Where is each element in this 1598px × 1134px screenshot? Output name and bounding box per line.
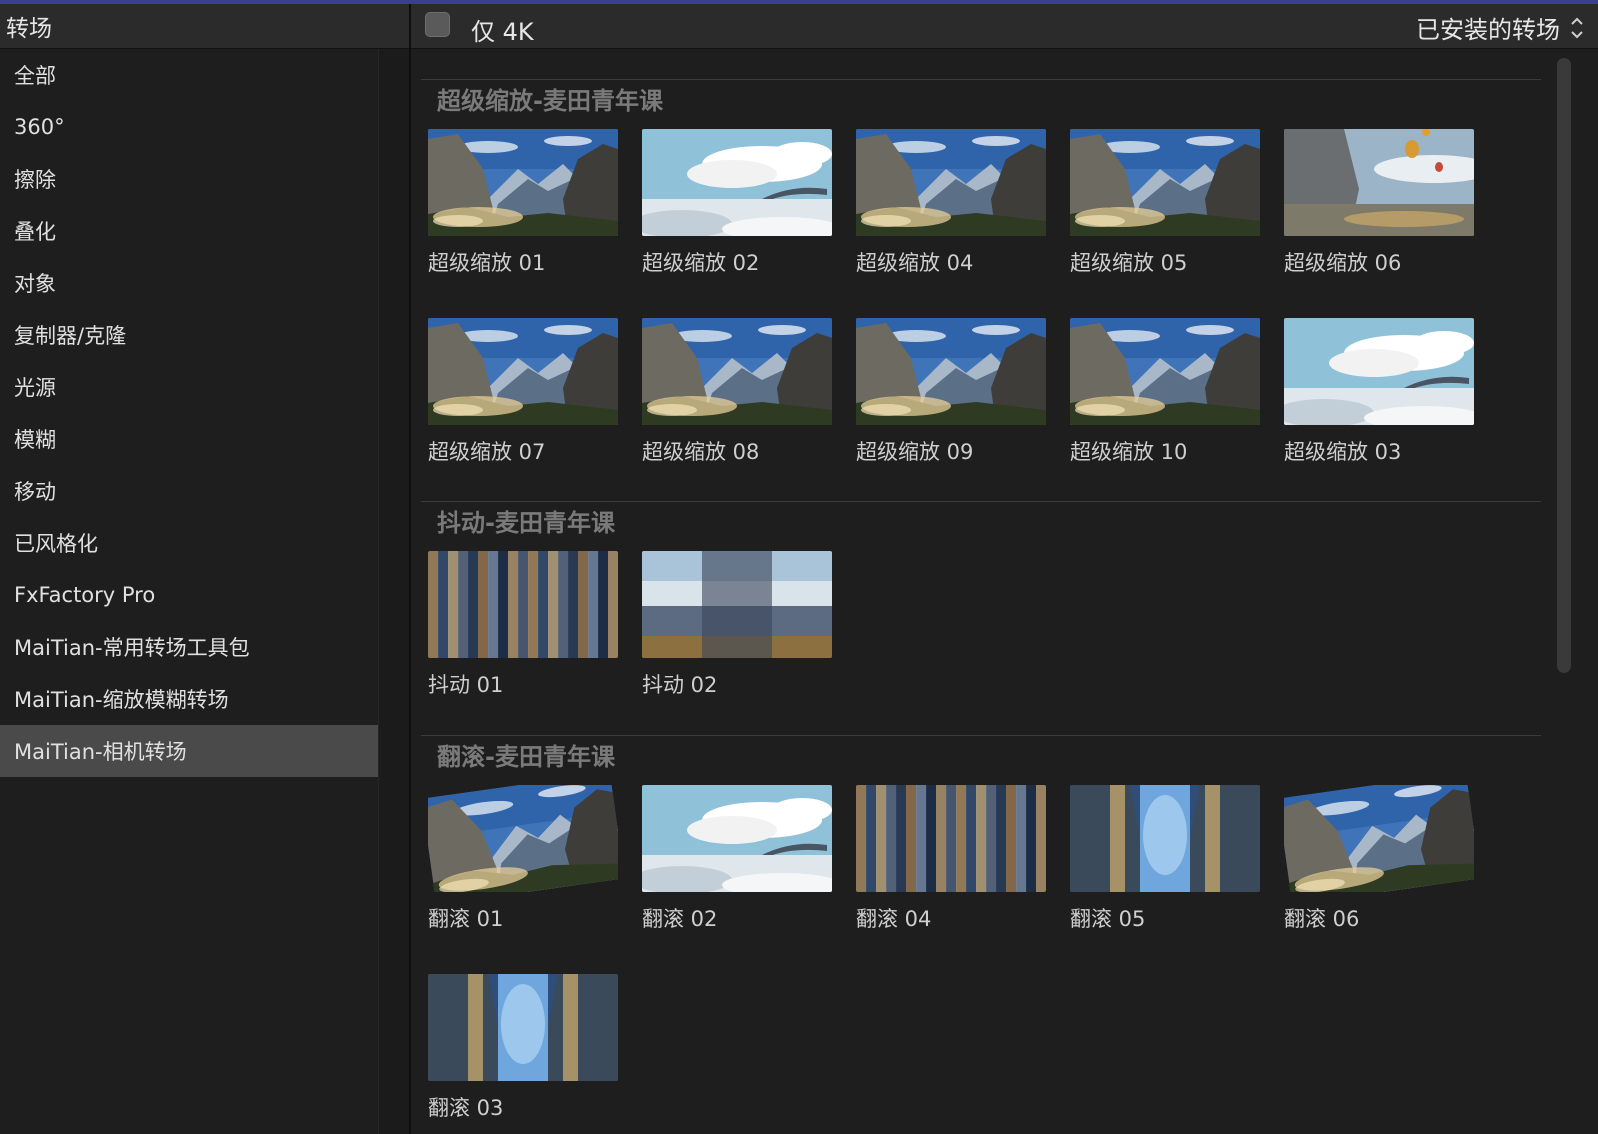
transition-label: 超级缩放 06: [1284, 251, 1402, 275]
transition-thumbnail[interactable]: [1070, 318, 1260, 425]
transition-thumbnail[interactable]: [428, 129, 618, 236]
sidebar-item[interactable]: 移动: [0, 465, 378, 517]
transition-label: 抖动 01: [428, 673, 504, 697]
transition-tile[interactable]: 翻滚 04: [856, 785, 1046, 931]
transition-tile[interactable]: 抖动 01: [428, 551, 618, 697]
transition-label: 超级缩放 05: [1070, 251, 1188, 275]
sidebar: 转场 全部 360° 擦除 叠化 对象 复制器/克隆 光源 模糊 移动 已风格化 FxFactory…: [0, 4, 409, 1134]
transition-thumbnail[interactable]: [642, 785, 832, 892]
section-divider: [421, 735, 1541, 736]
transition-thumbnail[interactable]: [856, 318, 1046, 425]
transition-thumbnail[interactable]: [856, 129, 1046, 236]
section-divider: [421, 79, 1541, 80]
transition-thumbnail[interactable]: [428, 318, 618, 425]
4k-only-checkbox[interactable]: [425, 12, 450, 37]
transition-thumbnail[interactable]: [1070, 785, 1260, 892]
sidebar-item[interactable]: MaiTian-常用转场工具包: [0, 621, 378, 673]
transition-label: 翻滚 06: [1284, 907, 1360, 931]
transition-thumbnail[interactable]: [856, 785, 1046, 892]
section-title: 超级缩放-麦田青年课: [437, 87, 663, 115]
transition-thumbnail[interactable]: [1070, 129, 1260, 236]
sidebar-item[interactable]: 叠化: [0, 205, 378, 257]
transition-label: 抖动 02: [642, 673, 718, 697]
sidebar-item[interactable]: 全部: [0, 49, 378, 101]
sidebar-item[interactable]: 模糊: [0, 413, 378, 465]
sidebar-item[interactable]: 360°: [0, 101, 378, 153]
transition-thumbnail[interactable]: [428, 551, 618, 658]
transition-label: 翻滚 05: [1070, 907, 1146, 931]
transition-tile[interactable]: 抖动 02: [642, 551, 832, 697]
transition-label: 超级缩放 02: [642, 251, 760, 275]
transition-thumbnail[interactable]: [1284, 785, 1474, 892]
sidebar-list: 全部 360° 擦除 叠化 对象 复制器/克隆 光源 模糊 移动 已风格化 FxFactory Pr…: [0, 49, 378, 777]
transition-label: 翻滚 02: [642, 907, 718, 931]
installed-transitions-label: 已安装的转场: [1416, 16, 1560, 44]
transition-label: 超级缩放 04: [856, 251, 974, 275]
transition-tile[interactable]: 超级缩放 06: [1284, 129, 1474, 275]
transition-tile[interactable]: 超级缩放 04: [856, 129, 1046, 275]
transition-tile[interactable]: 超级缩放 01: [428, 129, 618, 275]
transition-label: 超级缩放 08: [642, 440, 760, 464]
transition-thumbnail[interactable]: [1284, 318, 1474, 425]
transition-tile[interactable]: 翻滚 05: [1070, 785, 1260, 931]
transition-tile[interactable]: 翻滚 06: [1284, 785, 1474, 931]
transition-thumbnail[interactable]: [428, 785, 618, 892]
transition-label: 超级缩放 03: [1284, 440, 1402, 464]
transition-tile[interactable]: 超级缩放 02: [642, 129, 832, 275]
transition-tile[interactable]: 超级缩放 05: [1070, 129, 1260, 275]
sidebar-item[interactable]: 光源: [0, 361, 378, 413]
transition-tile[interactable]: 超级缩放 10: [1070, 318, 1260, 464]
transition-thumbnail[interactable]: [428, 974, 618, 1081]
sidebar-header: 转场: [0, 4, 409, 49]
transition-tile[interactable]: 超级缩放 07: [428, 318, 618, 464]
browser-pane: 仅 4K 已安装的转场 超级缩放-麦田青年课 超级缩放 01 超级缩放 02 超级缩放…: [411, 4, 1598, 1134]
transition-tile[interactable]: 翻滚 03: [428, 974, 618, 1120]
sidebar-item[interactable]: MaiTian-相机转场: [0, 725, 378, 777]
transition-label: 超级缩放 07: [428, 440, 546, 464]
sidebar-title: 转场: [6, 16, 52, 42]
transition-thumbnail[interactable]: [642, 551, 832, 658]
browser-header: 仅 4K 已安装的转场: [411, 4, 1598, 49]
transition-label: 翻滚 04: [856, 907, 932, 931]
transition-label: 翻滚 01: [428, 907, 504, 931]
transition-label: 超级缩放 10: [1070, 440, 1188, 464]
section-title: 抖动-麦田青年课: [437, 509, 615, 537]
section-title: 翻滚-麦田青年课: [437, 743, 615, 771]
installed-transitions-select[interactable]: 已安装的转场: [1416, 10, 1584, 45]
sidebar-item[interactable]: 擦除: [0, 153, 378, 205]
transition-tile[interactable]: 翻滚 02: [642, 785, 832, 931]
sidebar-item[interactable]: 对象: [0, 257, 378, 309]
sidebar-item[interactable]: 复制器/克隆: [0, 309, 378, 361]
sidebar-item[interactable]: 已风格化: [0, 517, 378, 569]
transition-tile[interactable]: 超级缩放 03: [1284, 318, 1474, 464]
sidebar-scrollbar[interactable]: [378, 49, 409, 1134]
transition-label: 翻滚 03: [428, 1096, 504, 1120]
section-divider: [421, 501, 1541, 502]
transition-tile[interactable]: 超级缩放 08: [642, 318, 832, 464]
transition-label: 超级缩放 01: [428, 251, 546, 275]
transition-label: 超级缩放 09: [856, 440, 974, 464]
transition-tile[interactable]: 翻滚 01: [428, 785, 618, 931]
transition-tile[interactable]: 超级缩放 09: [856, 318, 1046, 464]
grid-scrollbar-thumb[interactable]: [1557, 58, 1571, 673]
transitions-grid: 超级缩放-麦田青年课超级缩放 01 超级缩放 02 超级缩放 04 超级缩放 05 超级…: [411, 49, 1561, 1134]
4k-only-label[interactable]: 仅 4K: [471, 12, 534, 47]
transition-thumbnail[interactable]: [642, 318, 832, 425]
sidebar-item[interactable]: MaiTian-缩放模糊转场: [0, 673, 378, 725]
chevron-updown-icon: [1571, 17, 1583, 38]
transition-thumbnail[interactable]: [642, 129, 832, 236]
sidebar-item[interactable]: FxFactory Pro: [0, 569, 378, 621]
transition-thumbnail[interactable]: [1284, 129, 1474, 236]
